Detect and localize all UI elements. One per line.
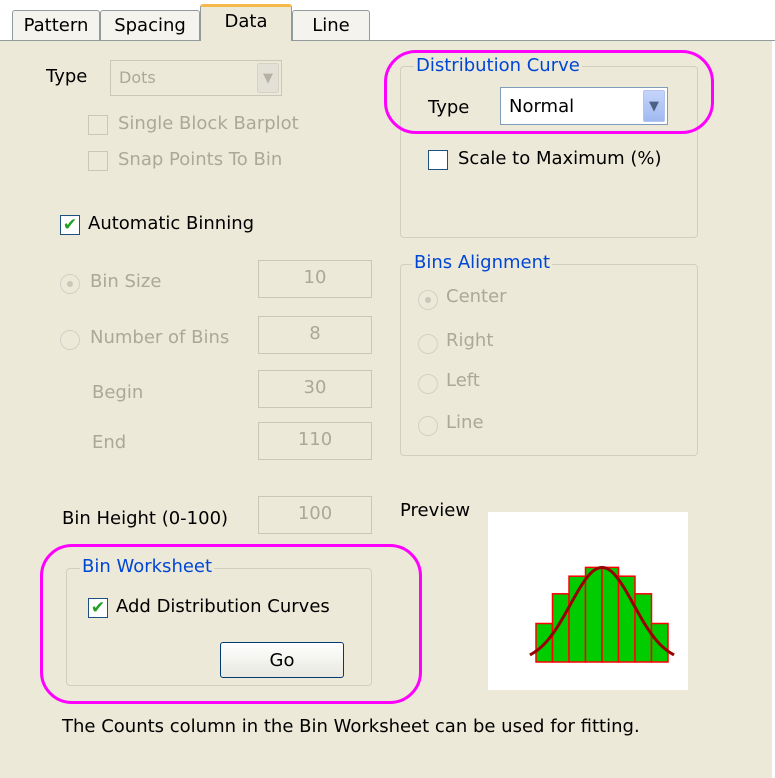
align-right-radio[interactable]: [418, 334, 438, 354]
snap-points-checkbox[interactable]: [88, 151, 108, 171]
bin-height-input[interactable]: 100: [258, 496, 372, 534]
single-block-label: Single Block Barplot: [118, 113, 299, 134]
number-of-bins-label: Number of Bins: [90, 327, 230, 348]
number-of-bins-input[interactable]: 8: [258, 316, 372, 354]
scale-to-maximum-label: Scale to Maximum (%): [458, 148, 662, 169]
single-block-checkbox[interactable]: [88, 115, 108, 135]
begin-input[interactable]: 30: [258, 370, 372, 408]
distribution-curve-highlight: [384, 50, 714, 134]
preview-bar: [584, 566, 603, 663]
bin-size-label: Bin Size: [90, 271, 162, 292]
tab-line[interactable]: Line: [292, 10, 370, 40]
tab-data[interactable]: Data: [200, 4, 292, 41]
end-label: End: [92, 432, 127, 453]
automatic-binning-checkbox[interactable]: ✔: [60, 215, 80, 235]
bin-worksheet-highlight: [40, 544, 422, 704]
preview-bar: [601, 566, 620, 663]
begin-label: Begin: [92, 382, 144, 403]
bin-height-label: Bin Height (0-100): [62, 508, 229, 529]
bin-size-input[interactable]: 10: [258, 260, 372, 298]
automatic-binning-label: Automatic Binning: [88, 213, 255, 234]
scale-to-maximum-checkbox[interactable]: [428, 150, 448, 170]
number-of-bins-radio[interactable]: [60, 330, 80, 350]
preview-bar: [617, 575, 636, 663]
align-center-radio[interactable]: [418, 290, 438, 310]
align-left-label: Left: [446, 370, 480, 391]
preview-chart: [529, 565, 675, 663]
bin-size-radio[interactable]: [60, 274, 80, 294]
preview-label: Preview: [400, 500, 471, 521]
align-center-label: Center: [446, 286, 507, 307]
type-select-value: Dots: [119, 68, 156, 87]
footer-note: The Counts column in the Bin Worksheet c…: [62, 716, 640, 737]
align-line-radio[interactable]: [418, 416, 438, 436]
end-input[interactable]: 110: [258, 422, 372, 460]
tab-spacing[interactable]: Spacing: [100, 10, 200, 40]
bins-alignment-group: [400, 264, 698, 456]
align-right-label: Right: [446, 330, 494, 351]
bins-alignment-title: Bins Alignment: [412, 252, 553, 273]
type-label: Type: [46, 66, 88, 87]
preview-bar: [568, 575, 587, 663]
align-left-radio[interactable]: [418, 374, 438, 394]
preview-canvas: [488, 512, 688, 690]
chevron-down-icon: ▼: [257, 63, 279, 93]
type-select[interactable]: Dots ▼: [110, 60, 282, 96]
snap-points-label: Snap Points To Bin: [118, 149, 283, 170]
checkmark-icon: ✔: [62, 215, 78, 235]
tab-pattern[interactable]: Pattern: [12, 10, 100, 40]
align-line-label: Line: [446, 412, 484, 433]
